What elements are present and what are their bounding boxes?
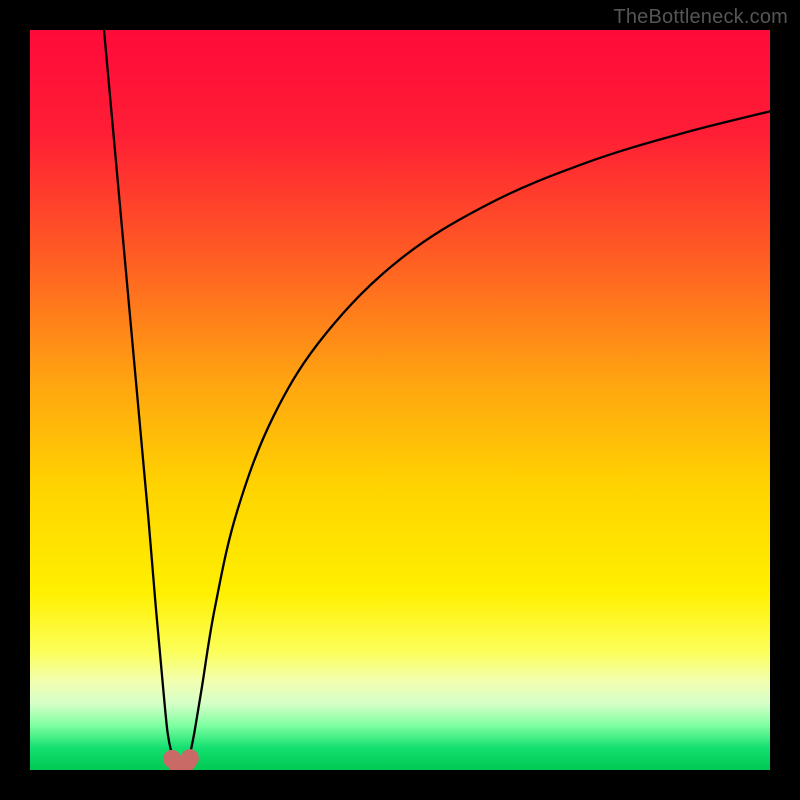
bottleneck-curve-right <box>190 111 770 755</box>
watermark-text: TheBottleneck.com <box>613 6 788 29</box>
bottleneck-curve-left <box>104 30 172 755</box>
valley-marker-group <box>163 749 199 770</box>
valley-marker <box>181 749 199 767</box>
chart-frame: TheBottleneck.com <box>0 0 800 800</box>
plot-area <box>30 30 770 770</box>
curve-layer <box>30 30 770 770</box>
